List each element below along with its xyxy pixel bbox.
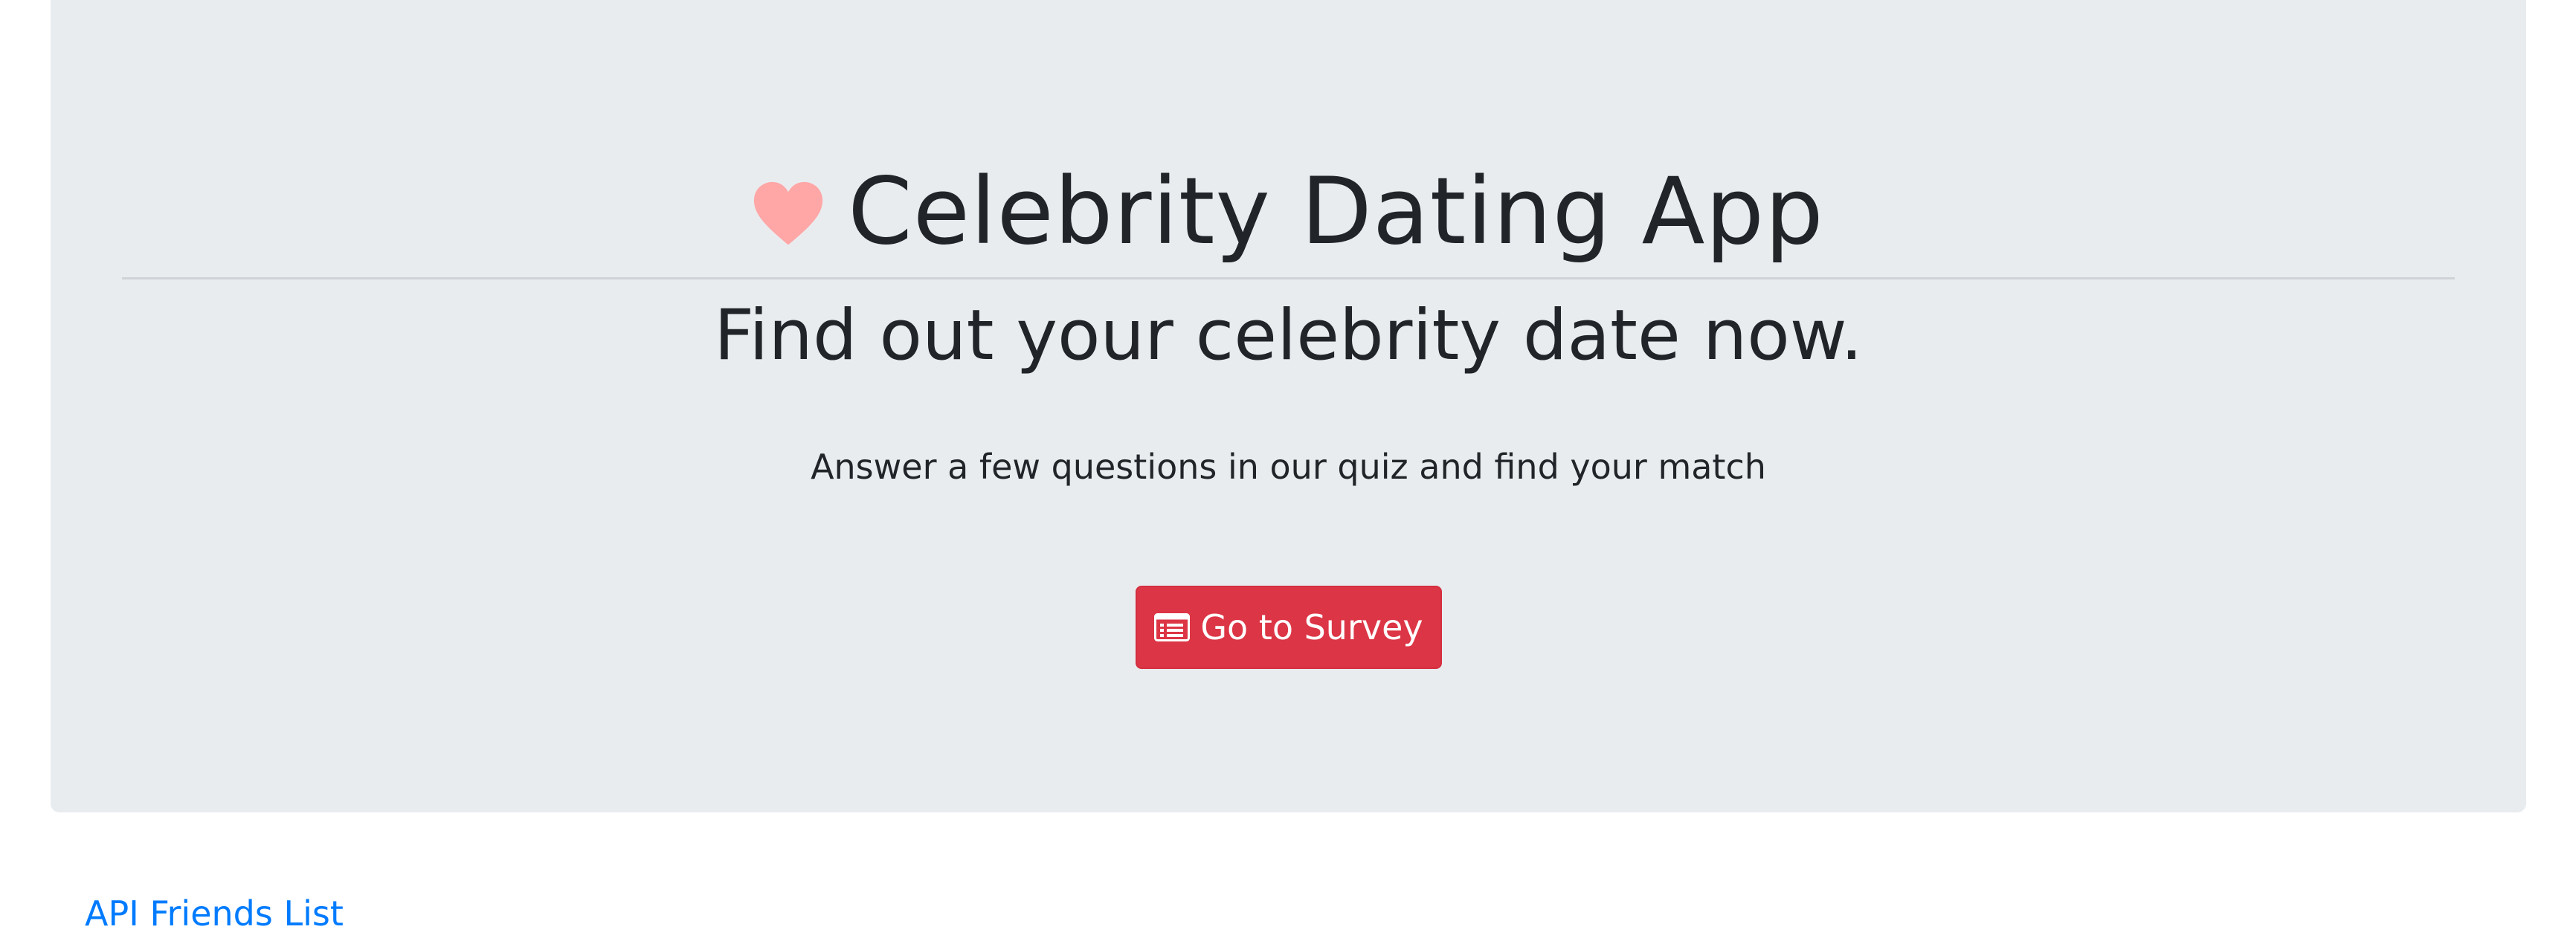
api-friends-list-link[interactable]: API Friends List [85,887,344,940]
subtext: Answer a few questions in our quiz and f… [811,447,1766,487]
jumbotron: Celebrity Dating App Find out your celeb… [51,0,2526,812]
heart-icon [753,181,824,252]
app-title: Celebrity Dating App [848,158,1824,265]
go-to-survey-label: Go to Survey [1200,607,1423,647]
divider [122,277,2455,279]
go-to-survey-button[interactable]: Go to Survey [1136,586,1442,669]
list-alt-icon [1154,613,1191,641]
lead-heading: Find out your celebrity date now. [714,295,1863,376]
title-row: Celebrity Dating App [51,149,2526,275]
